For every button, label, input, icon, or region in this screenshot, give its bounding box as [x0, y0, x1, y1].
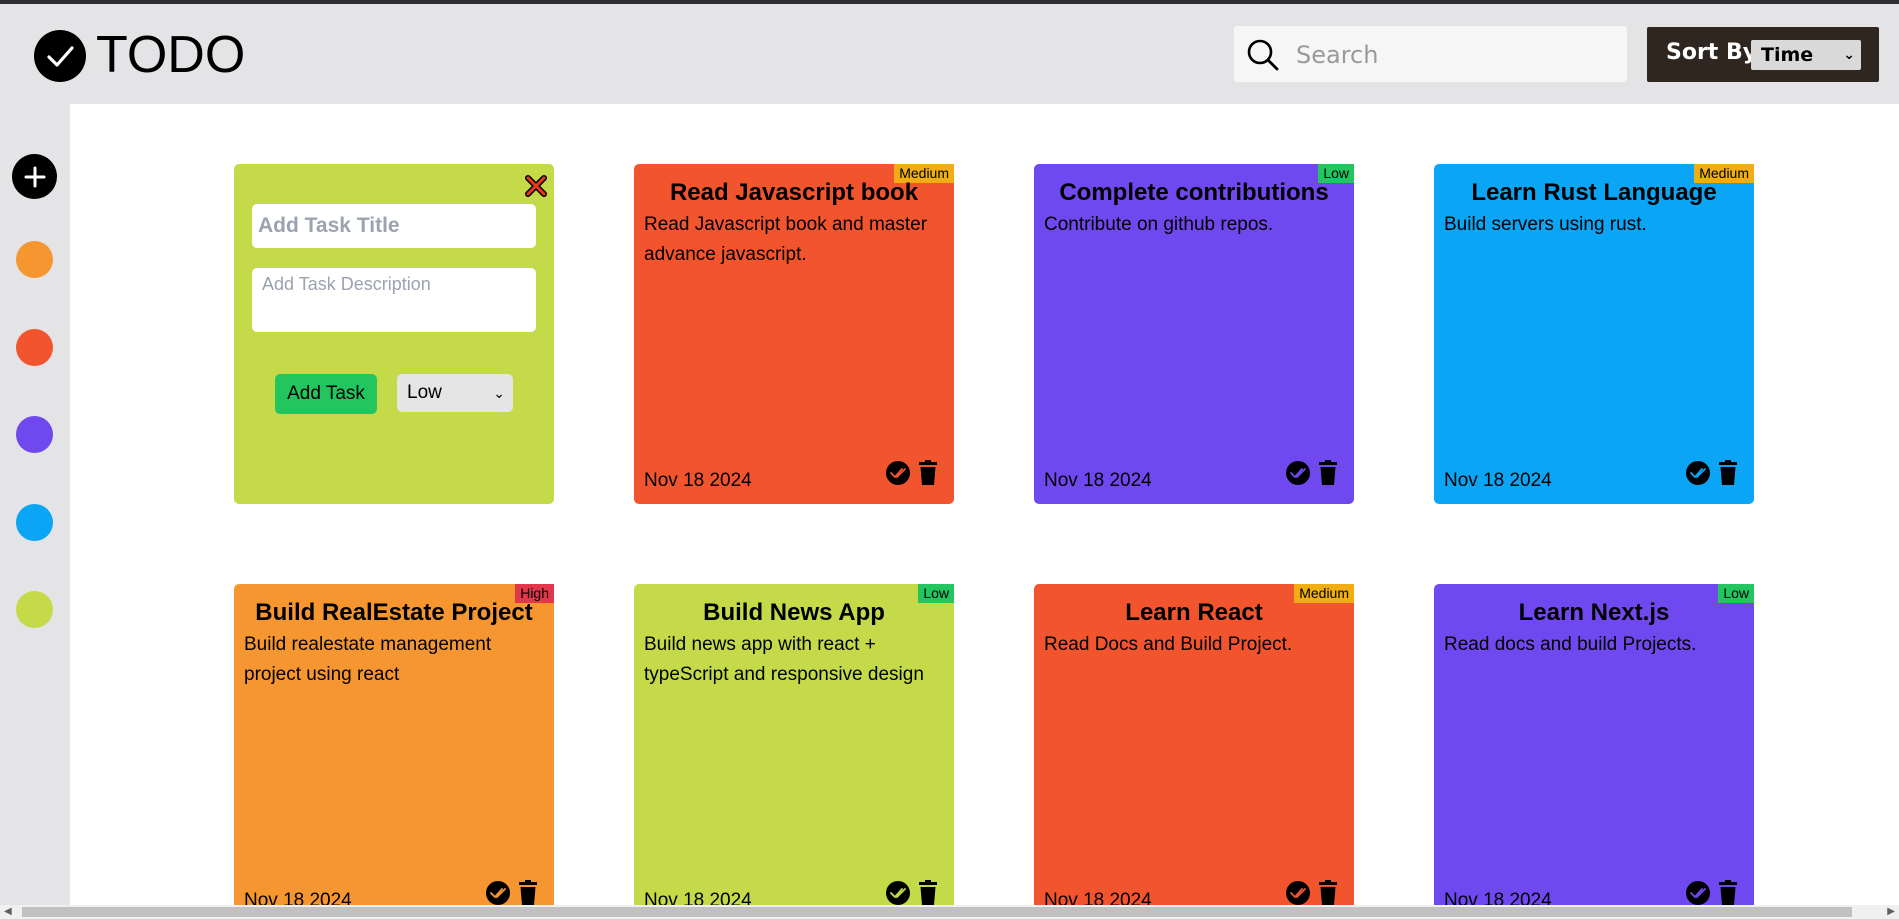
- color-dot-purple[interactable]: [16, 416, 53, 453]
- app-title: TODO: [96, 26, 246, 84]
- task-card[interactable]: Low Learn Next.js Read docs and build Pr…: [1434, 584, 1754, 905]
- scrollbar-thumb[interactable]: [22, 907, 1852, 917]
- sort-label: Sort By: [1666, 40, 1758, 65]
- plus-icon: [24, 166, 45, 187]
- mark-done-icon[interactable]: [486, 881, 510, 905]
- task-card[interactable]: Low Complete contributions Contribute on…: [1034, 164, 1354, 504]
- task-date: Nov 18 2024: [644, 470, 752, 491]
- color-dot-blue[interactable]: [16, 504, 53, 541]
- task-description: Read Javascript book and master advance …: [644, 214, 928, 265]
- mark-done-icon[interactable]: [886, 461, 910, 485]
- mark-done-icon[interactable]: [1686, 461, 1710, 485]
- trash-icon[interactable]: [1718, 460, 1738, 490]
- search-box[interactable]: [1234, 26, 1627, 82]
- sidebar: [0, 104, 70, 904]
- priority-selected-value: Low: [407, 382, 442, 403]
- task-title-input[interactable]: [252, 204, 536, 248]
- trash-icon[interactable]: [1318, 880, 1338, 905]
- checkmark-logo-icon: [34, 30, 86, 82]
- sort-control: Sort By Time ⌄: [1647, 27, 1879, 82]
- add-task-button[interactable]: Add Task: [275, 374, 377, 414]
- scroll-left-arrow-icon[interactable]: ◀: [4, 906, 12, 917]
- task-description: Build servers using rust.: [1444, 214, 1647, 235]
- scroll-right-arrow-icon[interactable]: ▶: [1887, 906, 1895, 917]
- search-icon: [1246, 38, 1280, 76]
- task-title: Read Javascript book: [669, 179, 919, 206]
- trash-icon[interactable]: [918, 460, 938, 490]
- close-icon[interactable]: [524, 174, 548, 202]
- task-title: Learn Rust Language: [1471, 179, 1717, 206]
- mark-done-icon[interactable]: [1286, 881, 1310, 905]
- task-description: Contribute on github repos.: [1044, 214, 1274, 235]
- task-card[interactable]: Medium Learn React Read Docs and Build P…: [1034, 584, 1354, 905]
- task-card[interactable]: High Build RealEstate Project Build real…: [234, 584, 554, 905]
- task-title: Learn React: [1125, 599, 1263, 626]
- chevron-down-icon: ⌄: [1843, 47, 1855, 63]
- trash-icon[interactable]: [918, 880, 938, 905]
- task-date: Nov 18 2024: [1044, 890, 1152, 905]
- task-description: Read Docs and Build Project.: [1044, 634, 1293, 655]
- mark-done-icon[interactable]: [1286, 461, 1310, 485]
- task-description-input[interactable]: [252, 268, 536, 332]
- add-note-button[interactable]: [12, 154, 57, 199]
- task-title: Build RealEstate Project: [255, 599, 533, 626]
- mark-done-icon[interactable]: [1686, 881, 1710, 905]
- task-description: Build news app with react + typeScript a…: [644, 634, 924, 685]
- new-task-card: Add Task Low ⌄: [234, 164, 554, 504]
- priority-select[interactable]: Low ⌄: [397, 374, 513, 412]
- task-date: Nov 18 2024: [1444, 470, 1552, 491]
- search-input[interactable]: [1294, 34, 1618, 76]
- sort-select[interactable]: Time ⌄: [1751, 40, 1861, 70]
- task-description: Build realestate management project usin…: [244, 634, 492, 685]
- color-dot-lime[interactable]: [16, 591, 53, 628]
- trash-icon[interactable]: [1318, 460, 1338, 490]
- task-card[interactable]: Medium Learn Rust Language Build servers…: [1434, 164, 1754, 504]
- task-title: Complete contributions: [1059, 179, 1329, 206]
- color-dot-red[interactable]: [16, 329, 53, 366]
- task-date: Nov 18 2024: [1444, 890, 1552, 905]
- task-card[interactable]: Medium Read Javascript book Read Javascr…: [634, 164, 954, 504]
- mark-done-icon[interactable]: [886, 881, 910, 905]
- task-description: Read docs and build Projects.: [1444, 634, 1697, 655]
- horizontal-scrollbar[interactable]: ◀ ▶: [0, 905, 1899, 919]
- task-card[interactable]: Low Build News App Build news app with r…: [634, 584, 954, 905]
- task-title: Build News App: [703, 599, 885, 626]
- task-date: Nov 18 2024: [644, 890, 752, 905]
- task-date: Nov 18 2024: [244, 890, 352, 905]
- chevron-down-icon: ⌄: [493, 385, 505, 401]
- sort-selected-value: Time: [1761, 44, 1814, 66]
- color-dot-orange[interactable]: [16, 241, 53, 278]
- notes-board: Add Task Low ⌄ Medium Read Javascript bo…: [70, 104, 1899, 905]
- trash-icon[interactable]: [1718, 880, 1738, 905]
- trash-icon[interactable]: [518, 880, 538, 905]
- task-date: Nov 18 2024: [1044, 470, 1152, 491]
- app-header: TODO Sort By Time ⌄: [0, 4, 1899, 104]
- task-title: Learn Next.js: [1518, 599, 1670, 626]
